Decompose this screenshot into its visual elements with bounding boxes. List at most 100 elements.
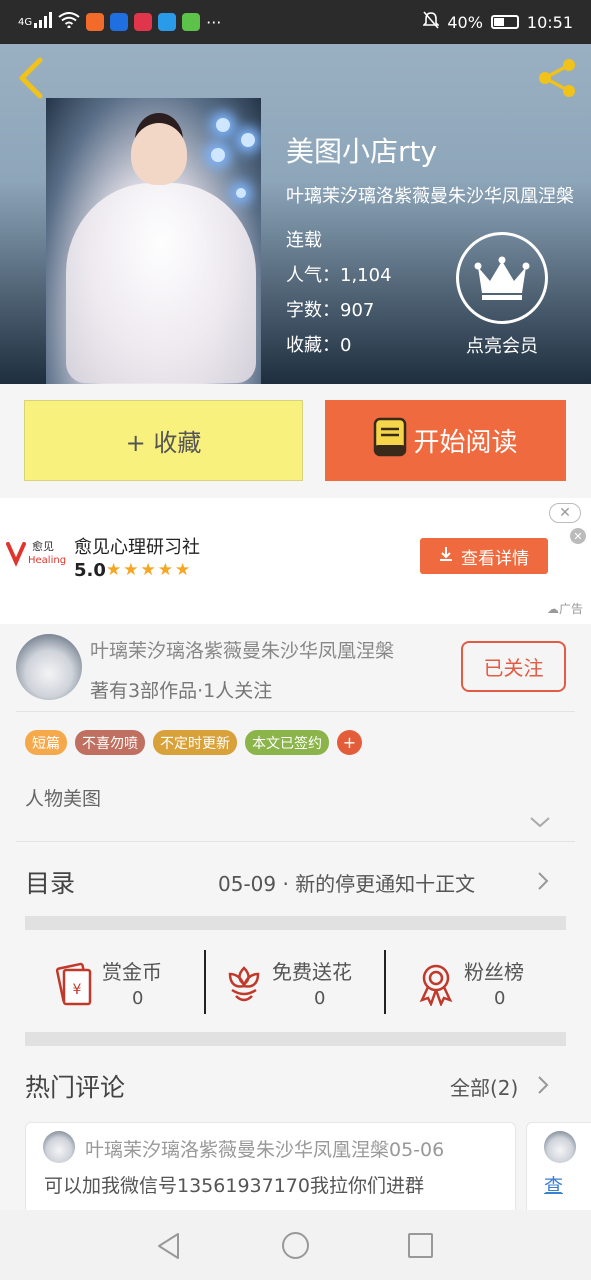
- favorite-label: + 收藏: [125, 429, 202, 457]
- download-icon: [439, 546, 453, 567]
- wifi-icon: [58, 12, 80, 32]
- reward-coins-button[interactable]: ¥ 赏金币 0: [52, 948, 192, 1016]
- ad-logo-text: 愈见: [32, 539, 54, 553]
- app-quan-icon: [110, 13, 129, 31]
- chevron-right-icon[interactable]: [536, 870, 550, 892]
- comment-author: 叶璃茉汐璃洛紫薇曼朱沙华凤凰涅槃05-06: [85, 1139, 445, 1161]
- ad-details-label: 查看详情: [461, 548, 529, 569]
- stat-label: 赏金币: [102, 960, 162, 984]
- fan-ranking-button[interactable]: 粉丝榜 0: [414, 948, 544, 1016]
- tag-item[interactable]: 不定时更新: [153, 730, 237, 755]
- ad-banner[interactable]: 愈见 Healing 愈见心理研习社 5.0 ★★★★★ 查看详情 ✕ ✕ ☁广告: [0, 498, 591, 624]
- more-notifications: ···: [206, 12, 222, 32]
- crown-icon: [456, 232, 548, 324]
- cover-light: [211, 148, 225, 162]
- ad-rating: 5.0: [74, 560, 106, 581]
- ad-close-button[interactable]: ✕: [570, 528, 586, 544]
- medal-icon: [414, 962, 458, 1008]
- flower-icon: [222, 962, 266, 1006]
- section-band: [25, 916, 566, 930]
- nav-home-button[interactable]: [282, 1232, 309, 1259]
- avatar[interactable]: [43, 1131, 75, 1163]
- chevron-right-icon[interactable]: [536, 1074, 550, 1096]
- tag-item[interactable]: 本文已签约: [245, 730, 329, 755]
- book-icon: [373, 417, 407, 464]
- ad-dismiss-button[interactable]: ✕: [549, 503, 581, 523]
- svg-text:¥: ¥: [73, 982, 82, 998]
- tag-list: 短篇 不喜勿喷 不定时更新 本文已签约 +: [25, 730, 362, 755]
- red-envelope-icon: ¥: [52, 962, 96, 1006]
- battery-icon: [490, 15, 519, 29]
- vip-label: 点亮会员: [466, 336, 538, 357]
- book-cover[interactable]: [46, 98, 261, 384]
- divider: [16, 711, 575, 712]
- app-green-icon: [182, 13, 201, 31]
- status-left: 4G ···: [18, 12, 221, 32]
- vip-button[interactable]: 点亮会员: [456, 232, 548, 358]
- cover-dress: [66, 183, 256, 383]
- app-orange-icon: [86, 13, 105, 31]
- nav-back-button[interactable]: [156, 1232, 182, 1260]
- book-popularity: 人气：1,104: [286, 265, 392, 286]
- stat-value: 0: [314, 988, 326, 1009]
- cloud-icon: ☁: [546, 602, 559, 616]
- tag-item[interactable]: 短篇: [25, 730, 67, 755]
- ad-logo: 愈见 Healing: [6, 536, 66, 576]
- book-title: 美图小店rty: [286, 135, 438, 168]
- divider: [384, 950, 386, 1014]
- comment-text: 可以加我微信号13561937170我拉你们进群: [44, 1175, 424, 1197]
- book-category: 人物美图: [25, 788, 102, 810]
- network-label: 4G: [18, 16, 33, 28]
- comment-card[interactable]: 叶璃茉汐璃洛紫薇曼朱沙华凤凰涅槃05-06 可以加我微信号13561937170…: [25, 1122, 516, 1222]
- cover-light: [236, 188, 246, 198]
- app-blue-icon: [158, 13, 177, 31]
- book-word-count: 字数：907: [286, 300, 375, 321]
- stat-value: 0: [132, 988, 144, 1009]
- ad-tag: ☁广告: [547, 600, 583, 617]
- status-right: 40% 10:51: [422, 11, 573, 33]
- ad-stars: ★★★★★: [106, 560, 193, 580]
- ad-logo-sub: Healing: [28, 555, 66, 566]
- close-icon: ✕: [573, 529, 583, 543]
- author-info: 著有3部作品·1人关注: [90, 680, 273, 702]
- nav-recents-button[interactable]: [408, 1233, 433, 1258]
- stat-value: 0: [494, 988, 506, 1009]
- divider: [204, 950, 206, 1014]
- cover-girl: [131, 123, 187, 185]
- app-red-icon: [134, 13, 153, 31]
- book-favorites: 收藏：0: [286, 335, 352, 356]
- comment-text[interactable]: 查: [544, 1171, 563, 1198]
- status-bar: 4G ··· 40% 10:51: [0, 0, 591, 44]
- toc-label[interactable]: 目录: [25, 864, 75, 900]
- author-name[interactable]: 叶璃茉汐璃洛紫薇曼朱沙华凤凰涅槃: [90, 636, 394, 663]
- clock: 10:51: [526, 12, 573, 32]
- add-tag-button[interactable]: +: [337, 730, 362, 755]
- action-bar: + 收藏 开始阅读: [0, 384, 591, 496]
- ad-details-button[interactable]: 查看详情: [420, 538, 548, 574]
- close-icon: ✕: [559, 505, 571, 521]
- book-header: 美图小店rty 叶璃茉汐璃洛紫薇曼朱沙华凤凰涅槃 连载 人气：1,104 字数：…: [0, 44, 591, 384]
- tag-item[interactable]: 不喜勿喷: [75, 730, 145, 755]
- send-flower-button[interactable]: 免费送花 0: [222, 948, 372, 1016]
- all-comments-link[interactable]: 全部(2): [450, 1072, 518, 1101]
- avatar[interactable]: [544, 1131, 576, 1163]
- back-button[interactable]: [14, 56, 48, 100]
- stat-label: 粉丝榜: [464, 960, 524, 984]
- follow-button[interactable]: 已关注: [461, 641, 566, 692]
- favorite-button[interactable]: + 收藏: [24, 400, 303, 481]
- comment-card[interactable]: 查: [526, 1122, 591, 1222]
- start-reading-button[interactable]: 开始阅读: [325, 400, 566, 481]
- stat-label: 免费送花: [272, 960, 352, 984]
- ad-tag-label: 广告: [558, 602, 583, 616]
- section-band: [25, 1032, 566, 1046]
- ad-name: 愈见心理研习社: [74, 537, 200, 558]
- share-button[interactable]: [535, 56, 579, 100]
- cover-light: [216, 118, 230, 132]
- chevron-down-icon[interactable]: [528, 814, 552, 830]
- author-avatar[interactable]: [16, 634, 82, 700]
- divider: [16, 841, 575, 842]
- book-author[interactable]: 叶璃茉汐璃洛紫薇曼朱沙华凤凰涅槃: [286, 182, 581, 208]
- system-nav-bar: [0, 1210, 591, 1280]
- toc-latest-chapter[interactable]: 05-09 · 新的停更通知十正文: [218, 868, 518, 897]
- start-reading-label: 开始阅读: [413, 428, 518, 458]
